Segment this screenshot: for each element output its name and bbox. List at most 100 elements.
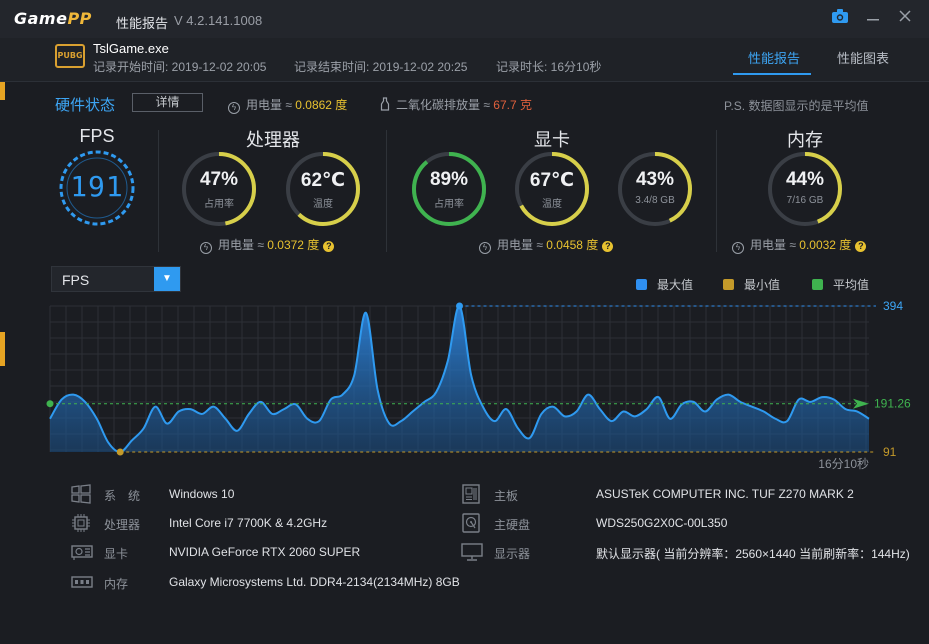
avg-label: 191.26	[874, 397, 911, 411]
app-version: V 4.2.141.1008	[174, 13, 263, 28]
section-divider	[716, 130, 717, 252]
lightning-icon: ϟ	[732, 242, 744, 254]
max-label: 394	[883, 299, 903, 313]
cpu-title: 处理器	[246, 130, 300, 150]
gpu-icon	[70, 542, 94, 565]
sysinfo-key: 显示器	[494, 547, 531, 561]
sysinfo-key: 处理器	[104, 518, 141, 532]
ram-title: 内存	[787, 130, 823, 150]
lightning-icon: ϟ	[200, 242, 212, 254]
cpu-temp-value: 62℃	[300, 170, 346, 191]
cpu-usage-label: 占用率	[204, 199, 234, 210]
gpu-temp-value: 67℃	[529, 170, 575, 191]
sysinfo-key: 内存	[104, 577, 129, 591]
game-badge: PUBG	[55, 44, 85, 68]
legend-avg: 平均值	[812, 276, 869, 293]
sysinfo-key: 主硬盘	[494, 518, 531, 532]
record-start: 记录开始时间: 2019-12-02 20:05	[93, 60, 267, 74]
sysinfo-value: NVIDIA GeForce RTX 2060 SUPER	[169, 545, 361, 559]
sysinfo-value: ASUSTeK COMPUTER INC. TUF Z270 MARK 2	[596, 487, 854, 501]
sysinfo-key: 主板	[494, 489, 519, 503]
legend-swatch	[636, 279, 647, 290]
sysinfo-key: 系 统	[104, 489, 141, 503]
fps-value: 191	[70, 170, 124, 203]
legend-min: 最小值	[723, 276, 780, 293]
active-tab-indicator	[733, 73, 811, 75]
gpu-title: 显卡	[534, 130, 570, 150]
record-duration: 记录时长: 16分10秒	[496, 60, 602, 74]
ram-usage-label: 7/16 GB	[786, 195, 824, 206]
sysinfo-value: Galaxy Microsystems Ltd. DDR4-2134(2134M…	[169, 575, 460, 589]
min-point	[116, 448, 124, 456]
min-label: 91	[883, 445, 897, 459]
bottle-icon	[380, 97, 390, 112]
tab-performance-chart[interactable]: 性能图表	[837, 48, 889, 67]
lightning-icon: ϟ	[228, 102, 240, 114]
cpu-usage-value: 47%	[199, 169, 239, 190]
detail-button[interactable]: 详情	[132, 93, 203, 112]
gpu-mem-label: 3.4/8 GB	[635, 195, 675, 206]
ram-icon	[70, 572, 94, 595]
logo-text-accent: PP	[67, 9, 92, 28]
cpu-temp-gauge: 62℃ 温度	[284, 150, 362, 228]
section-divider	[158, 130, 159, 252]
app-title: 性能报告	[116, 16, 169, 31]
ram-power: ϟ 用电量 ≈ 0.0032 度?	[732, 236, 867, 254]
total-power: ϟ 用电量 ≈ 0.0862 度	[228, 96, 347, 114]
section-divider	[386, 130, 387, 252]
gpu-usage-value: 89%	[429, 169, 469, 190]
metric-select-value: FPS	[62, 272, 90, 288]
ram-power-value: 0.0032 度	[799, 238, 852, 252]
help-icon[interactable]: ?	[855, 241, 867, 252]
camera-icon[interactable]	[829, 8, 851, 30]
gpu-power-value: 0.0458 度	[546, 238, 599, 252]
ram-usage-value: 44%	[785, 169, 825, 190]
cpu-power: ϟ 用电量 ≈ 0.0372 度?	[200, 236, 335, 254]
session-header: PUBG TslGame.exe 记录开始时间: 2019-12-02 20:0…	[0, 38, 929, 82]
gpu-power: ϟ 用电量 ≈ 0.0458 度?	[479, 236, 614, 254]
close-icon[interactable]	[894, 8, 916, 30]
co2-emission: 二氧化碳排放量 ≈ 67.7 克	[380, 96, 532, 113]
hardware-status-title: 硬件状态	[55, 97, 116, 114]
chevron-down-icon[interactable]: ▼	[154, 267, 180, 291]
lightning-icon: ϟ	[479, 242, 491, 254]
help-icon[interactable]: ?	[323, 241, 335, 252]
cpu-power-value: 0.0372 度	[267, 238, 320, 252]
gpu-power-label: 用电量 ≈	[497, 238, 547, 252]
tab-performance-report[interactable]: 性能报告	[748, 48, 800, 67]
max-point	[456, 302, 463, 310]
legend-avg-label: 平均值	[833, 278, 870, 292]
fps-chart[interactable]: 394 191.26 91 16分10秒	[0, 296, 929, 476]
monitor-icon	[460, 542, 484, 565]
exe-name: TslGame.exe	[93, 41, 169, 56]
gpu-usage-gauge: 89% 占用率	[410, 150, 488, 228]
windows-icon	[70, 484, 92, 507]
sysinfo-value: Intel Core i7 7700K & 4.2GHz	[169, 516, 328, 530]
help-icon[interactable]: ?	[602, 241, 614, 252]
legend-swatch	[812, 279, 823, 290]
cpu-usage-gauge: 47% 占用率	[180, 150, 258, 228]
ram-power-label: 用电量 ≈	[750, 238, 800, 252]
minimize-icon[interactable]	[862, 8, 884, 30]
co2-label: 二氧化碳排放量 ≈	[396, 98, 494, 112]
total-power-label: 用电量 ≈	[246, 98, 296, 112]
legend-max: 最大值	[636, 276, 693, 293]
legend-min-label: 最小值	[744, 278, 781, 292]
cpu-icon	[70, 513, 92, 536]
motherboard-icon	[460, 484, 482, 507]
metric-select[interactable]: FPS ▼	[51, 266, 181, 292]
gamepp-logo: GamePP	[14, 9, 92, 28]
logo-text-main: Game	[14, 9, 68, 28]
sysinfo-value: WDS250G2X0C-00L350	[596, 516, 728, 530]
gpu-usage-label: 占用率	[434, 199, 464, 210]
gpu-temp-gauge: 67℃ 温度	[513, 150, 591, 228]
ram-usage-gauge: 44% 7/16 GB	[766, 150, 844, 228]
cpu-temp-label: 温度	[313, 199, 333, 210]
gpu-mem-value: 43%	[635, 169, 675, 190]
record-end: 记录结束时间: 2019-12-02 20:25	[294, 60, 468, 74]
x-end-label: 16分10秒	[818, 457, 869, 471]
gpu-temp-label: 温度	[542, 199, 562, 210]
sysinfo-value: Windows 10	[169, 487, 235, 501]
sysinfo-value: 默认显示器( 当前分辨率：2560×1440 当前刷新率：144Hz)	[596, 547, 910, 561]
legend-max-label: 最大值	[657, 278, 694, 292]
